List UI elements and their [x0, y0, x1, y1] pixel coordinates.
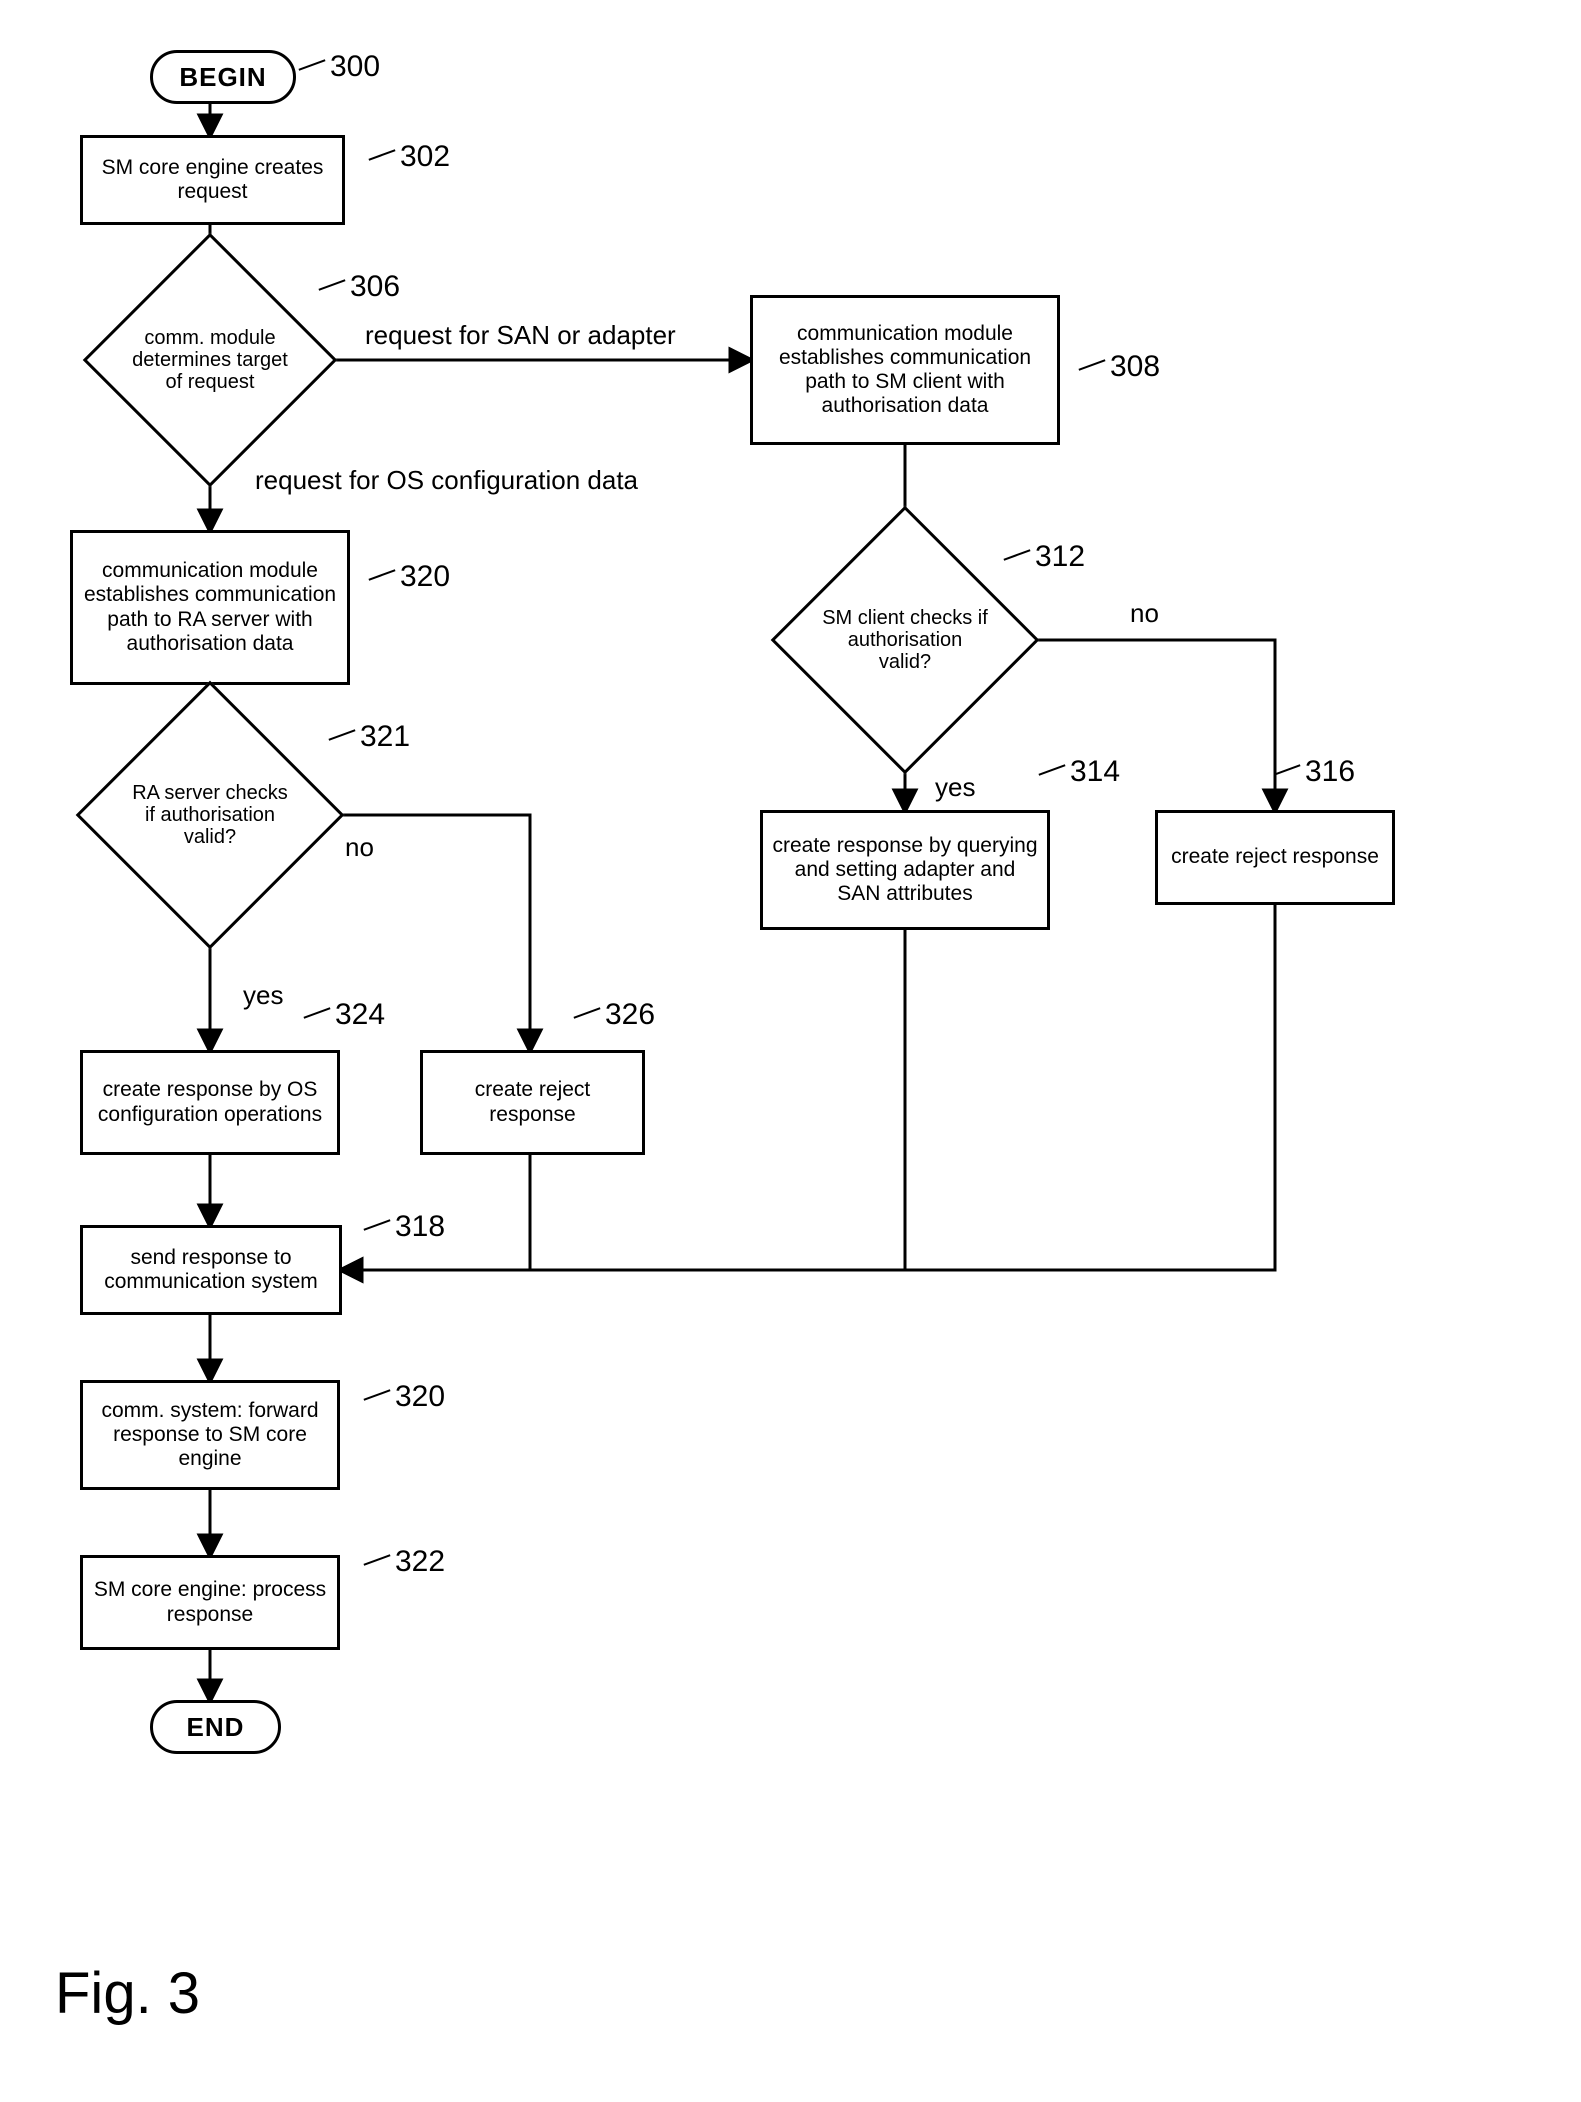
process-320b: comm. system: forward response to SM cor…	[80, 1380, 340, 1490]
decision-321-text: RA server checks if authorisation valid?	[115, 720, 305, 910]
process-324: create response by OS configuration oper…	[80, 1050, 340, 1155]
ref-316: 316	[1305, 755, 1355, 789]
edge-label-request-os: request for OS configuration data	[255, 465, 638, 496]
decision-306-text: comm. module determines target of reques…	[120, 270, 300, 450]
edge-label-yes-321: yes	[243, 980, 283, 1011]
process-320a: communication module establishes communi…	[70, 530, 350, 685]
ref-312: 312	[1035, 540, 1085, 574]
ref-318: 318	[395, 1210, 445, 1244]
edge-label-request-san: request for SAN or adapter	[365, 320, 676, 351]
ref-306: 306	[350, 270, 400, 304]
edge-label-no-321: no	[345, 832, 374, 863]
process-322: SM core engine: process response	[80, 1555, 340, 1650]
ref-324: 324	[335, 998, 385, 1032]
ref-320b: 320	[395, 1380, 445, 1414]
ref-314: 314	[1070, 755, 1120, 789]
decision-321: RA server checks if authorisation valid?	[115, 720, 305, 910]
process-314-text: create response by querying and setting …	[771, 834, 1039, 906]
decision-312-text: SM client checks if authorisation valid?	[810, 545, 1000, 735]
process-320b-text: comm. system: forward response to SM cor…	[91, 1399, 329, 1471]
process-316: create reject response	[1155, 810, 1395, 905]
figure-label: Fig. 3	[55, 1960, 200, 2027]
edge-label-yes-312: yes	[935, 772, 975, 803]
ref-308: 308	[1110, 350, 1160, 384]
ref-302: 302	[400, 140, 450, 174]
decision-306: comm. module determines target of reques…	[120, 270, 300, 450]
ref-300: 300	[330, 50, 380, 84]
ref-326: 326	[605, 998, 655, 1032]
ref-320a: 320	[400, 560, 450, 594]
flowchart-canvas: BEGIN 300 SM core engine creates request…	[0, 0, 1581, 2102]
decision-312: SM client checks if authorisation valid?	[810, 545, 1000, 735]
process-302: SM core engine creates request	[80, 135, 345, 225]
terminator-begin-text: BEGIN	[179, 62, 266, 93]
process-326-text: create reject response	[431, 1078, 634, 1126]
process-314: create response by querying and setting …	[760, 810, 1050, 930]
ref-322: 322	[395, 1545, 445, 1579]
process-316-text: create reject response	[1171, 845, 1379, 869]
process-302-text: SM core engine creates request	[91, 156, 334, 204]
terminator-end: END	[150, 1700, 281, 1754]
process-326: create reject response	[420, 1050, 645, 1155]
process-308: communication module establishes communi…	[750, 295, 1060, 445]
process-322-text: SM core engine: process response	[91, 1578, 329, 1626]
process-318-text: send response to communication system	[91, 1246, 331, 1294]
terminator-end-text: END	[187, 1712, 245, 1743]
edge-label-no-312: no	[1130, 598, 1159, 629]
process-324-text: create response by OS configuration oper…	[91, 1078, 329, 1126]
process-318: send response to communication system	[80, 1225, 342, 1315]
terminator-begin: BEGIN	[150, 50, 296, 104]
ref-321: 321	[360, 720, 410, 754]
process-308-text: communication module establishes communi…	[761, 322, 1049, 419]
process-320a-text: communication module establishes communi…	[81, 559, 339, 656]
